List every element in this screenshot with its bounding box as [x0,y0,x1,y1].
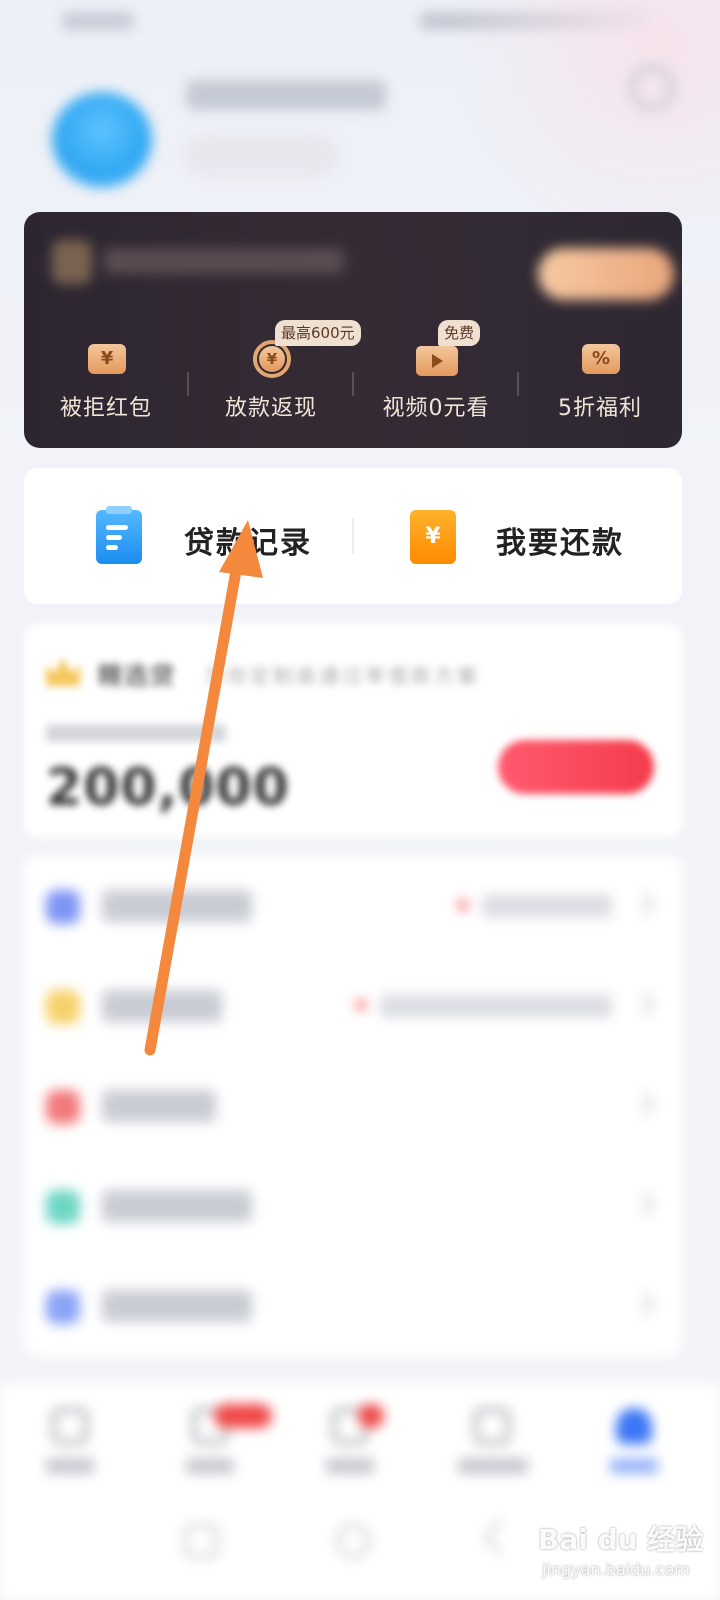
shield-icon [46,1090,80,1124]
watermark-url: jingyan.baidu.com [542,1560,690,1579]
chevron-right-icon [632,992,656,1016]
back-icon[interactable] [482,1518,520,1556]
tab-badge [358,1404,384,1428]
vip-shield-icon [52,240,92,284]
vip-card: ¥ 被拒红包 ¥ 最高600元 放款返现 免费 视频0元看 % 5折福利 [24,212,682,448]
quick-actions-card: 贷款记录 ¥ 我要还款 [24,468,682,604]
tab-loan[interactable] [140,1400,284,1480]
loan-amount: 200,000 [46,758,290,818]
menu-item[interactable] [24,1156,682,1256]
cashback-badge: 最高600元 [275,320,361,346]
loan-record-label: 贷款记录 [184,526,312,561]
menu-item-label [102,890,252,922]
avatar[interactable] [52,92,152,188]
profile-icon [616,1408,652,1444]
chevron-right-icon [632,1292,656,1316]
menu-item[interactable] [24,1256,682,1356]
menu-item-label [102,990,222,1022]
chevron-right-icon [632,892,656,916]
status-time [62,12,134,30]
username [186,80,386,110]
selected-loan-subtitle: 为你定制高通过率借款方案 [204,664,480,688]
tab-card[interactable] [422,1400,566,1480]
menu-list [24,856,682,1356]
home-button-icon[interactable] [336,1524,370,1558]
benefit-label: 被拒红包 [59,396,152,421]
tab-messages[interactable] [280,1400,424,1480]
selected-loan-title: 精选贷 [98,661,176,690]
benefit-half-price[interactable]: % 5折福利 [518,308,682,448]
menu-item-extra [482,894,612,918]
help-icon [46,1190,80,1224]
member-tag-button[interactable] [184,136,340,176]
watermark-brand: Bai du 经验 [538,1523,704,1556]
benefit-cashback[interactable]: ¥ 最高600元 放款返现 [189,308,361,448]
yen-ticket-icon: ¥ [84,338,128,378]
red-dot [356,1000,366,1010]
selected-loan-card: 精选贷 为你定制高通过率借款方案 200,000 [24,624,682,838]
baidu-watermark: Bai du 经验 jingyan.baidu.com [538,1516,708,1588]
vip-header [24,212,682,308]
coupon-icon [46,990,80,1024]
vip-benefits: ¥ 被拒红包 ¥ 最高600元 放款返现 免费 视频0元看 % 5折福利 [24,308,682,448]
service-icon [46,1290,80,1324]
benefit-label: 5折福利 [558,396,642,421]
benefit-label: 放款返现 [224,396,317,421]
chevron-right-icon [632,1192,656,1216]
yen-glyph: ¥ [425,524,441,549]
menu-item-extra [380,994,612,1018]
tab-label [610,1458,658,1474]
amount-hint [46,724,226,742]
menu-item[interactable] [24,1056,682,1156]
tab-label [186,1458,234,1474]
menu-item[interactable] [24,956,682,1056]
vip-open-button[interactable] [538,248,674,300]
recent-apps-icon[interactable] [184,1524,218,1558]
red-dot [458,900,468,910]
menu-item-label [102,1290,252,1322]
vip-title [104,248,344,274]
card-icon [474,1408,510,1444]
yen-card-icon: ¥ [410,510,456,564]
menu-item-label [102,1090,216,1122]
repay-label: 我要还款 [496,526,624,561]
free-badge: 免费 [438,320,481,346]
list-icon [46,890,80,924]
tab-label [458,1458,528,1474]
menu-item[interactable] [24,856,682,956]
menu-item-label [102,1190,252,1222]
tab-label [326,1458,374,1474]
tab-profile[interactable] [564,1400,708,1480]
chevron-right-icon [632,1092,656,1116]
benefit-rejected-redpacket[interactable]: ¥ 被拒红包 [24,308,188,448]
home-icon [52,1408,88,1444]
document-icon [96,506,142,564]
settings-icon[interactable] [630,66,674,110]
apply-loan-button[interactable] [498,740,654,794]
repay-button[interactable]: ¥ 我要还款 [354,468,682,604]
benefit-free-video[interactable]: 免费 视频0元看 [354,308,518,448]
percent-ticket-icon: % [578,338,622,378]
header-glow [420,0,720,220]
tab-label [46,1458,94,1474]
crown-icon [46,658,80,686]
tab-badge [214,1404,272,1428]
loan-record-button[interactable]: 贷款记录 [24,468,352,604]
benefit-label: 视频0元看 [382,396,490,421]
tab-home[interactable] [0,1400,144,1480]
